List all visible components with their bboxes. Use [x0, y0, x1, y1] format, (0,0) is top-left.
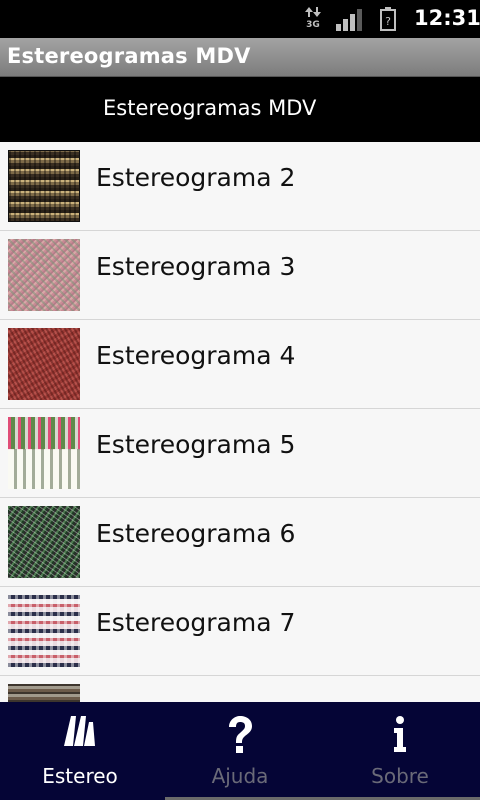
- tab-label: Estereo: [42, 764, 118, 788]
- stereogram-thumbnail: [8, 506, 80, 578]
- clock: 12:31: [414, 6, 480, 30]
- question-icon: [160, 716, 320, 756]
- list-item-label: Estereograma 7: [96, 608, 296, 637]
- list-item[interactable]: Estereograma 5: [0, 409, 480, 498]
- stereogram-thumbnail: [8, 417, 80, 489]
- network-type-label: 3G: [306, 20, 320, 30]
- tab-label: Sobre: [371, 764, 429, 788]
- list-item-label: Estereograma 4: [96, 341, 296, 370]
- stereogram-thumbnail: [8, 595, 80, 667]
- header-title: Estereogramas MDV: [103, 96, 317, 120]
- stereogram-thumbnail: [8, 239, 80, 311]
- list-item[interactable]: Estereograma 4: [0, 320, 480, 409]
- list-item-label: Estereograma 2: [96, 163, 296, 192]
- status-bar: 3G ? 12:31: [0, 0, 480, 38]
- list-item-label: Estereograma 3: [96, 252, 296, 281]
- list-item-label: Estereograma 5: [96, 430, 296, 459]
- list-item[interactable]: [0, 676, 480, 702]
- info-icon: [320, 716, 480, 756]
- tab-label: Ajuda: [211, 764, 269, 788]
- tab-estereo[interactable]: Estereo: [0, 702, 160, 800]
- list-item[interactable]: Estereograma 3: [0, 231, 480, 320]
- stereogram-thumbnail: [8, 150, 80, 222]
- list-item[interactable]: Estereograma 7: [0, 587, 480, 676]
- app-title-bar: Estereogramas MDV: [0, 38, 480, 77]
- list-item[interactable]: Estereograma 6: [0, 498, 480, 587]
- list-item-label: Estereograma 6: [96, 519, 296, 548]
- list-item[interactable]: Estereograma 2: [0, 142, 480, 231]
- stereogram-thumbnail: [8, 328, 80, 400]
- signal-strength-icon: [336, 9, 362, 31]
- page-header: Estereogramas MDV: [0, 77, 480, 142]
- tab-ajuda[interactable]: Ajuda: [160, 702, 320, 800]
- app-title: Estereogramas MDV: [7, 44, 251, 68]
- tab-sobre[interactable]: Sobre: [320, 702, 480, 800]
- data-arrows-icon: [305, 7, 321, 17]
- stereogram-thumbnail: [8, 684, 80, 702]
- battery-unknown-icon: ?: [380, 7, 396, 31]
- stereo-logo-icon: [0, 716, 160, 756]
- bottom-tab-bar: Estereo Ajuda Sobre: [0, 702, 480, 800]
- svg-text:?: ?: [385, 15, 391, 28]
- stereogram-list[interactable]: Estereograma 2 Estereograma 3 Estereogra…: [0, 142, 480, 702]
- network-3g-icon: 3G: [304, 7, 322, 31]
